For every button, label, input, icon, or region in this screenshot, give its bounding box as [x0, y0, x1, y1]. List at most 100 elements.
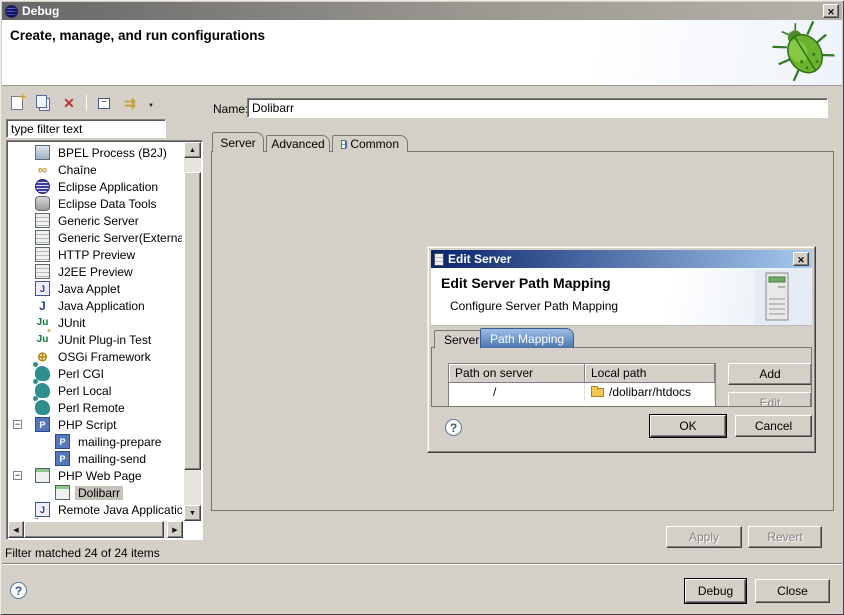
apply-button[interactable]: Apply: [666, 526, 742, 548]
revert-button[interactable]: Revert: [748, 526, 822, 548]
perl-icon: [35, 400, 50, 415]
tab-advanced[interactable]: Advanced: [266, 135, 330, 152]
mapping-table-body: / /dolibarr/htdocs: [449, 383, 715, 401]
tree-item[interactable]: PHP Script: [9, 416, 182, 433]
tree-item-label: Java Application: [55, 299, 148, 313]
cancel-button[interactable]: Cancel: [735, 415, 812, 437]
filter-icon: [124, 95, 136, 112]
tree-item[interactable]: Dolibarr: [9, 484, 182, 501]
scroll-up-icon[interactable]: [184, 142, 201, 158]
tree-item[interactable]: Java Applet: [9, 280, 182, 297]
tree-item-label: JUnit: [55, 316, 88, 330]
column-header-local-path[interactable]: Local path: [585, 364, 715, 383]
tree-item[interactable]: mailing-prepare: [9, 433, 182, 450]
tree-item[interactable]: BPEL Process (B2J): [9, 144, 182, 161]
tab-advanced-label: Advanced: [271, 137, 324, 151]
path-mapping-panel: Path on server Local path / /dolibarr/ht…: [431, 347, 812, 407]
edit-server-titlebar: Edit Server: [431, 250, 812, 268]
expand-toggle[interactable]: [13, 420, 22, 429]
collapse-all-icon: [98, 98, 110, 109]
footer-separator: [2, 563, 842, 565]
dialog-tab-path-mapping[interactable]: Path Mapping: [480, 328, 574, 348]
scroll-right-icon[interactable]: [167, 521, 183, 538]
add-mapping-button[interactable]: Add: [728, 363, 812, 385]
new-configuration-button[interactable]: [6, 92, 28, 114]
tree-item-label: mailing-prepare: [75, 435, 164, 449]
header-banner: Create, manage, and run configurations: [2, 20, 842, 86]
cell-text: /dolibarr/htdocs: [609, 385, 691, 399]
column-header-path-on-server[interactable]: Path on server: [449, 364, 585, 383]
generic-server-icon: [35, 213, 50, 228]
scroll-down-icon[interactable]: [184, 505, 201, 521]
edit-label: Edit: [760, 396, 781, 407]
tree-item-label: HTTP Preview: [55, 248, 138, 262]
tree-vertical-scrollbar[interactable]: [184, 142, 201, 521]
tree-item[interactable]: Chaîne: [9, 161, 182, 178]
table-icon: [341, 140, 346, 149]
remote-java-icon: [35, 502, 50, 517]
cell-text: /: [493, 385, 496, 399]
configurations-tree: BPEL Process (B2J) Chaîne Eclipse Applic…: [6, 140, 203, 540]
tree-item-label: Remote Java Application: [55, 503, 182, 517]
table-row[interactable]: / /dolibarr/htdocs: [449, 383, 715, 401]
dialog-tab-server-label: Server: [444, 333, 479, 347]
column-header-label: Path on server: [455, 366, 533, 380]
tree-item[interactable]: Remote Java Application: [9, 501, 182, 518]
tree-item[interactable]: HTTP Preview: [9, 246, 182, 263]
duplicate-configuration-button[interactable]: [32, 92, 54, 114]
tree-item[interactable]: PHP Web Page: [9, 467, 182, 484]
tree-item-label: JUnit Plug-in Test: [55, 333, 154, 347]
filter-input[interactable]: [6, 119, 166, 138]
java-application-icon: [35, 298, 50, 313]
new-configuration-icon: [11, 96, 23, 110]
name-label: Name:: [213, 102, 248, 116]
tree-item[interactable]: Generic Server(External La: [9, 229, 182, 246]
debug-button[interactable]: Debug: [685, 579, 746, 603]
tab-server-label: Server: [220, 136, 255, 150]
collapse-all-button[interactable]: [93, 92, 115, 114]
horizontal-scroll-thumb[interactable]: [24, 521, 164, 538]
edit-mapping-button[interactable]: Edit: [728, 392, 812, 407]
dialog-help-button[interactable]: [445, 419, 462, 436]
tree-item-label: Chaîne: [55, 163, 100, 177]
close-icon: [827, 4, 835, 18]
filter-menu-button[interactable]: [145, 92, 157, 114]
tree-item-label: Perl Local: [55, 384, 114, 398]
tree-item[interactable]: J2EE Preview: [9, 263, 182, 280]
dialog-button-bar: OK Cancel: [431, 407, 812, 449]
dialog-close-button[interactable]: [793, 252, 809, 266]
tree-horizontal-scrollbar[interactable]: [8, 521, 183, 538]
dialog-subheading: Configure Server Path Mapping: [450, 299, 618, 313]
tab-common[interactable]: Common: [332, 135, 408, 152]
tree-item-label: mailing-send: [75, 452, 149, 466]
dialog-heading: Edit Server Path Mapping: [441, 275, 611, 291]
generic-server-icon: [35, 264, 50, 279]
ok-button[interactable]: OK: [650, 415, 726, 437]
database-icon: [35, 196, 50, 211]
scroll-left-icon[interactable]: [8, 521, 24, 538]
tree-item[interactable]: JUnit Plug-in Test: [9, 331, 182, 348]
expand-toggle[interactable]: [13, 471, 22, 480]
config-tree-items: BPEL Process (B2J) Chaîne Eclipse Applic…: [9, 144, 182, 520]
tree-item[interactable]: JUnit: [9, 314, 182, 331]
tree-item[interactable]: Generic Server: [9, 212, 182, 229]
tree-item-label: PHP Web Page: [55, 469, 145, 483]
bpel-process-icon: [35, 145, 50, 160]
tree-item[interactable]: Eclipse Application: [9, 178, 182, 195]
configurations-toolbar: [6, 91, 157, 115]
tree-item[interactable]: mailing-send: [9, 450, 182, 467]
debug-bug-icon: [772, 21, 836, 83]
delete-configuration-button[interactable]: [58, 92, 80, 114]
help-button[interactable]: [10, 582, 27, 599]
tree-item[interactable]: Eclipse Data Tools: [9, 195, 182, 212]
close-button[interactable]: Close: [755, 579, 830, 603]
tree-item[interactable]: Java Application: [9, 297, 182, 314]
window-close-button[interactable]: [823, 4, 839, 18]
php-web-page-icon: [35, 468, 50, 483]
vertical-scroll-thumb[interactable]: [184, 172, 201, 470]
name-input[interactable]: [247, 98, 828, 118]
tab-common-label: Common: [350, 137, 399, 151]
filter-button[interactable]: [119, 92, 141, 114]
tab-server[interactable]: Server: [212, 132, 264, 152]
tree-item[interactable]: Perl Remote: [9, 399, 182, 416]
